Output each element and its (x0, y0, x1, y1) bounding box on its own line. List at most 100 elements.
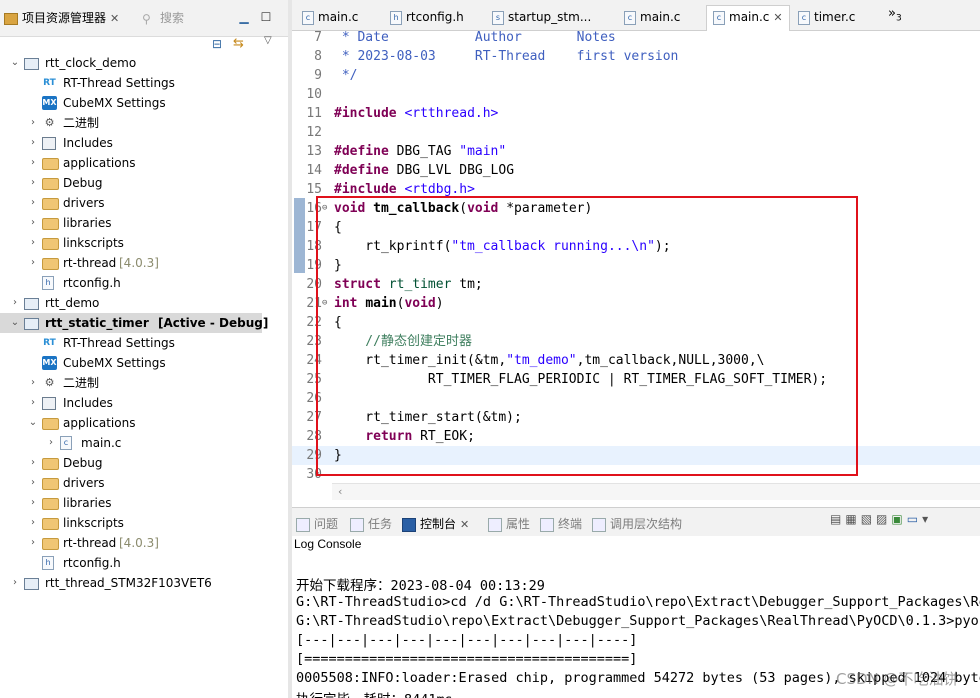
console-menu-chevron-down-icon[interactable]: ▾ (922, 512, 932, 526)
expand-chevron-right-icon[interactable]: › (28, 233, 38, 253)
expand-chevron-down-icon[interactable]: ⌄ (10, 313, 20, 333)
horizontal-scrollbar[interactable]: ‹ (332, 483, 980, 500)
tree-item[interactable]: ⌄ rtt_static_timer [Active - Debug] (0, 313, 268, 333)
editor-tab[interactable]: h rtconfig.h (384, 6, 480, 30)
display-console-icon[interactable]: ▭ (907, 512, 922, 526)
tree-item[interactable]: › linkscripts (0, 513, 288, 533)
tree-item[interactable]: › Debug (0, 453, 288, 473)
editor-tab-label: main.c (318, 10, 359, 24)
expand-chevron-right-icon[interactable]: › (28, 493, 38, 513)
tree-item[interactable]: › Debug (0, 173, 288, 193)
tree-item[interactable]: ⌄ rtt_clock_demo (0, 53, 288, 73)
bottom-tab[interactable]: 问题 (296, 515, 338, 532)
expand-chevron-right-icon[interactable]: › (28, 453, 38, 473)
tree-item[interactable]: › c main.c (0, 433, 288, 453)
expand-chevron-right-icon[interactable]: › (28, 133, 38, 153)
close-icon[interactable]: ✕ (110, 12, 119, 25)
close-icon[interactable]: ✕ (460, 518, 469, 531)
tree-item[interactable]: › ⚙ 二进制 (0, 113, 288, 133)
tree-item[interactable]: h rtconfig.h (0, 553, 288, 573)
console-line: [---|---|---|---|---|---|---|---|---|---… (296, 632, 638, 648)
code-line[interactable]: 14 #define DBG_LVL DBG_LOG (292, 161, 980, 180)
code-line[interactable]: 10 (292, 85, 980, 104)
bottom-tab[interactable]: 调用层次结构 (592, 515, 682, 532)
view-menu-chevron-down-icon[interactable]: ▽ (264, 35, 276, 49)
tree-item-label: RT-Thread Settings (63, 76, 175, 90)
expand-chevron-right-icon[interactable]: › (28, 113, 38, 133)
link-editor-icon[interactable]: ⇆ (233, 36, 249, 51)
code-line[interactable]: 12 (292, 123, 980, 142)
tree-item[interactable]: › drivers (0, 193, 288, 213)
bottom-tab[interactable]: 控制台 ✕ (402, 515, 469, 532)
expand-chevron-right-icon[interactable]: › (28, 473, 38, 493)
tree-item[interactable]: › rt-thread [4.0.3] (0, 533, 288, 553)
word-wrap-icon[interactable]: ▧ (861, 512, 876, 526)
editor-tab[interactable]: s startup_stm... (486, 6, 612, 30)
tree-item[interactable]: › rt-thread [4.0.3] (0, 253, 288, 273)
close-icon[interactable]: ✕ (773, 11, 782, 24)
tab-search[interactable]: ⚲ 搜索 (142, 8, 184, 28)
tree-item[interactable]: h rtconfig.h (0, 273, 288, 293)
tree-item[interactable]: › applications (0, 153, 288, 173)
pin-console-icon[interactable]: ▨ (876, 512, 891, 526)
maximize-icon[interactable]: ☐ (259, 10, 273, 24)
tree-item[interactable]: › linkscripts (0, 233, 288, 253)
tree-item[interactable]: › Includes (0, 393, 288, 413)
expand-chevron-right-icon[interactable]: › (28, 193, 38, 213)
tree-item-label: applications (63, 416, 136, 430)
expand-chevron-down-icon[interactable]: ⌄ (28, 413, 38, 433)
bottom-tab[interactable]: 终端 (540, 515, 582, 532)
expand-chevron-right-icon[interactable]: › (28, 153, 38, 173)
clear-console-icon[interactable]: ▤ (830, 512, 845, 526)
editor-tab[interactable]: c timer.c (792, 6, 872, 30)
scroll-left-icon[interactable]: ‹ (338, 485, 342, 498)
editor-tab[interactable]: c main.c (296, 6, 378, 30)
scroll-lock-icon[interactable]: ▦ (845, 512, 860, 526)
minimize-icon[interactable]: ▁ (237, 10, 251, 24)
tree-item[interactable]: ⌄ applications (0, 413, 288, 433)
expand-chevron-right-icon[interactable]: › (28, 393, 38, 413)
editor-tab[interactable]: c main.c ✕ (706, 5, 790, 32)
expand-chevron-right-icon[interactable]: › (28, 253, 38, 273)
expand-chevron-right-icon[interactable]: › (28, 513, 38, 533)
tree-item[interactable]: › drivers (0, 473, 288, 493)
line-number: 12 (306, 125, 322, 140)
expand-chevron-right-icon[interactable]: › (28, 173, 38, 193)
bottom-tab-label: 终端 (558, 517, 583, 531)
version-badge: [4.0.3] (119, 256, 159, 270)
expand-chevron-right-icon[interactable]: › (28, 373, 38, 393)
code-line[interactable]: 7 * Date Author Notes (292, 31, 980, 47)
tree-item[interactable]: RT RT-Thread Settings (0, 73, 288, 93)
c-file-icon: c (302, 10, 314, 25)
code-line[interactable]: 11 #include <rtthread.h> (292, 104, 980, 123)
bottom-tab[interactable]: 任务 (350, 515, 392, 532)
tree-item[interactable]: › Includes (0, 133, 288, 153)
tree-item[interactable]: › rtt_demo (0, 293, 288, 313)
expand-chevron-right-icon[interactable]: › (10, 573, 20, 593)
tab-project-explorer[interactable]: 项目资源管理器 ✕ (4, 8, 119, 28)
bottom-tab[interactable]: 属性 (488, 515, 530, 532)
tree-item-label: Debug (63, 456, 103, 470)
code-line[interactable]: 13 #define DBG_TAG "main" (292, 142, 980, 161)
expand-chevron-right-icon[interactable]: › (10, 293, 20, 313)
code-line[interactable]: 8 * 2023-08-03 RT-Thread first version (292, 47, 980, 66)
tree-item-label: linkscripts (63, 516, 124, 530)
tree-item[interactable]: RT RT-Thread Settings (0, 333, 288, 353)
expand-chevron-right-icon[interactable]: › (28, 213, 38, 233)
tree-item[interactable]: › ⚙ 二进制 (0, 373, 288, 393)
editor-tab[interactable]: c main.c (618, 6, 700, 30)
tree-item[interactable]: MX CubeMX Settings (0, 353, 288, 373)
tree-item[interactable]: › libraries (0, 213, 288, 233)
open-console-icon[interactable]: ▣ (891, 512, 906, 526)
more-tabs-button[interactable]: »3 (888, 6, 902, 24)
c-file-icon: c (60, 436, 72, 450)
tree-item[interactable]: › rtt_thread_STM32F103VET6 (0, 573, 288, 593)
code-line[interactable]: 9 */ (292, 66, 980, 85)
collapse-all-icon[interactable]: ⊟ (212, 37, 226, 51)
tree-item[interactable]: MX CubeMX Settings (0, 93, 288, 113)
expand-chevron-right-icon[interactable]: › (28, 533, 38, 553)
expand-chevron-right-icon[interactable]: › (46, 433, 56, 453)
tree-item-label: drivers (63, 196, 105, 210)
expand-chevron-down-icon[interactable]: ⌄ (10, 53, 20, 73)
tree-item[interactable]: › libraries (0, 493, 288, 513)
